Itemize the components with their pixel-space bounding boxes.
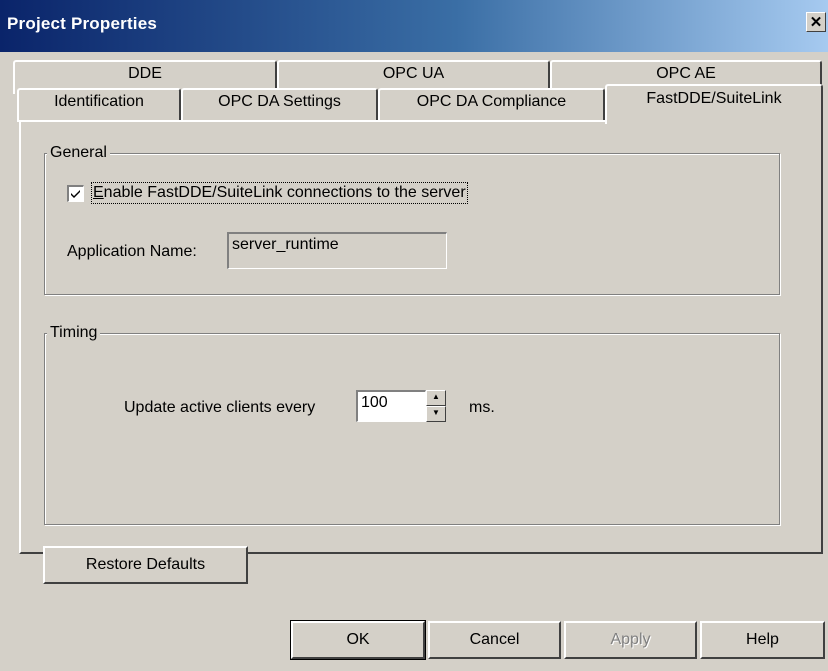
spin-up-button[interactable]: ▲ xyxy=(426,390,446,406)
apply-label: Apply xyxy=(610,631,651,648)
ms-unit-label: ms. xyxy=(469,399,495,416)
update-clients-label: Update active clients every xyxy=(124,399,315,417)
apply-button[interactable]: Apply xyxy=(564,621,697,659)
timing-group xyxy=(44,333,780,525)
tab-label: OPC DA Compliance xyxy=(416,93,567,110)
general-legend: General xyxy=(47,144,110,162)
tab-label: DDE xyxy=(128,65,162,82)
window-title: Project Properties xyxy=(7,14,158,33)
title-bar[interactable]: Project Properties ✕ xyxy=(0,0,828,52)
tab-label: FastDDE/SuiteLink xyxy=(646,90,782,107)
application-name-label: Application Name: xyxy=(67,243,197,261)
restore-defaults-label: Restore Defaults xyxy=(85,556,206,573)
tab-identification[interactable]: Identification xyxy=(17,88,181,122)
tab-label: OPC AE xyxy=(656,65,716,82)
restore-defaults-button[interactable]: Restore Defaults xyxy=(43,546,248,584)
general-group xyxy=(44,153,780,295)
enable-fastdde-text: nable FastDDE/SuiteLink connections to t… xyxy=(103,184,466,201)
update-interval-input[interactable]: 100 xyxy=(356,390,426,422)
timing-legend: Timing xyxy=(47,324,101,342)
tab-opc-da-compliance[interactable]: OPC DA Compliance xyxy=(378,88,605,122)
cancel-label: Cancel xyxy=(469,631,520,648)
cancel-button[interactable]: Cancel xyxy=(428,621,561,659)
tab-label: OPC DA Settings xyxy=(218,93,341,110)
spin-up-icon: ▲ xyxy=(432,392,440,401)
tab-label: Identification xyxy=(54,93,144,110)
spin-down-icon: ▼ xyxy=(432,408,440,417)
update-clients-text: Update active clients every xyxy=(124,399,316,416)
enable-fastdde-label[interactable]: Enable FastDDE/SuiteLink connections to … xyxy=(91,182,468,204)
tab-label: OPC UA xyxy=(382,65,445,82)
project-properties-dialog: Project Properties ✕ DDE OPC UA OPC AE I… xyxy=(0,0,828,671)
tab-fastdde-suitelink[interactable]: FastDDE/SuiteLink xyxy=(605,84,823,124)
application-name-field[interactable]: server_runtime xyxy=(227,232,447,269)
help-label: Help xyxy=(746,631,779,648)
application-name-text: Application Name: xyxy=(67,243,197,260)
spin-down-button[interactable]: ▼ xyxy=(426,406,446,422)
tab-opc-da-settings[interactable]: OPC DA Settings xyxy=(181,88,378,122)
close-button[interactable]: ✕ xyxy=(806,12,826,32)
help-button[interactable]: Help xyxy=(700,621,825,659)
tab-panel: General Enable FastDDE/SuiteLink connect… xyxy=(19,120,823,584)
close-icon: ✕ xyxy=(809,14,823,31)
check-icon xyxy=(71,190,80,198)
ok-button[interactable]: OK xyxy=(290,620,426,660)
ok-label: OK xyxy=(346,631,370,648)
enable-fastdde-checkbox[interactable] xyxy=(67,185,84,202)
